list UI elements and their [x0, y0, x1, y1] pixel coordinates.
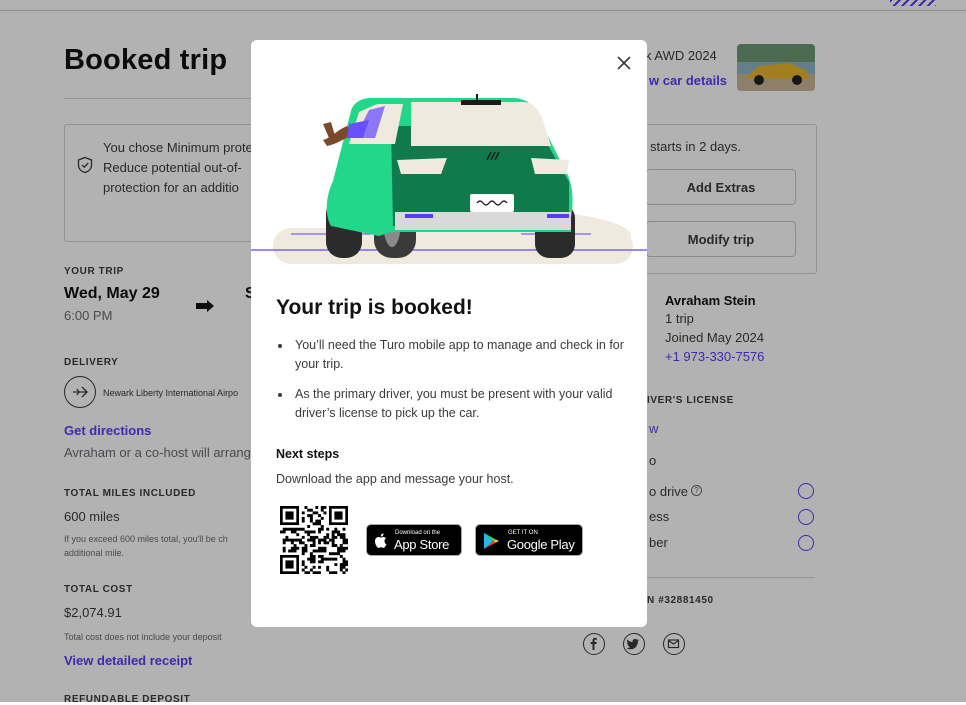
close-icon[interactable] [613, 52, 635, 74]
google-play-small-text: GET IT ON [508, 530, 538, 536]
google-play-big-text: Google Play [507, 537, 575, 552]
qr-code[interactable] [280, 506, 348, 574]
trip-booked-modal: Your trip is booked! You’ll need the Tur… [251, 40, 647, 627]
bullet-text: As the primary driver, you must be prese… [295, 387, 613, 420]
list-item: As the primary driver, you must be prese… [276, 385, 626, 423]
bullet-icon [278, 344, 282, 348]
bullet-text: You’ll need the Turo mobile app to manag… [295, 338, 624, 371]
app-store-button[interactable]: Download on the App Store [366, 524, 462, 556]
google-play-button[interactable]: GET IT ON Google Play [475, 524, 583, 556]
next-steps-title: Next steps [276, 447, 340, 461]
google-play-icon [484, 533, 499, 549]
modal-bullet-list: You’ll need the Turo mobile app to manag… [276, 336, 626, 434]
app-store-small-text: Download on the [395, 530, 441, 536]
bullet-icon [278, 393, 282, 397]
car-illustration [251, 94, 647, 264]
list-item: You’ll need the Turo mobile app to manag… [276, 336, 626, 374]
next-steps-description: Download the app and message your host. [276, 472, 514, 486]
modal-title: Your trip is booked! [276, 296, 473, 319]
apple-icon [374, 533, 387, 548]
app-store-big-text: App Store [394, 537, 450, 552]
